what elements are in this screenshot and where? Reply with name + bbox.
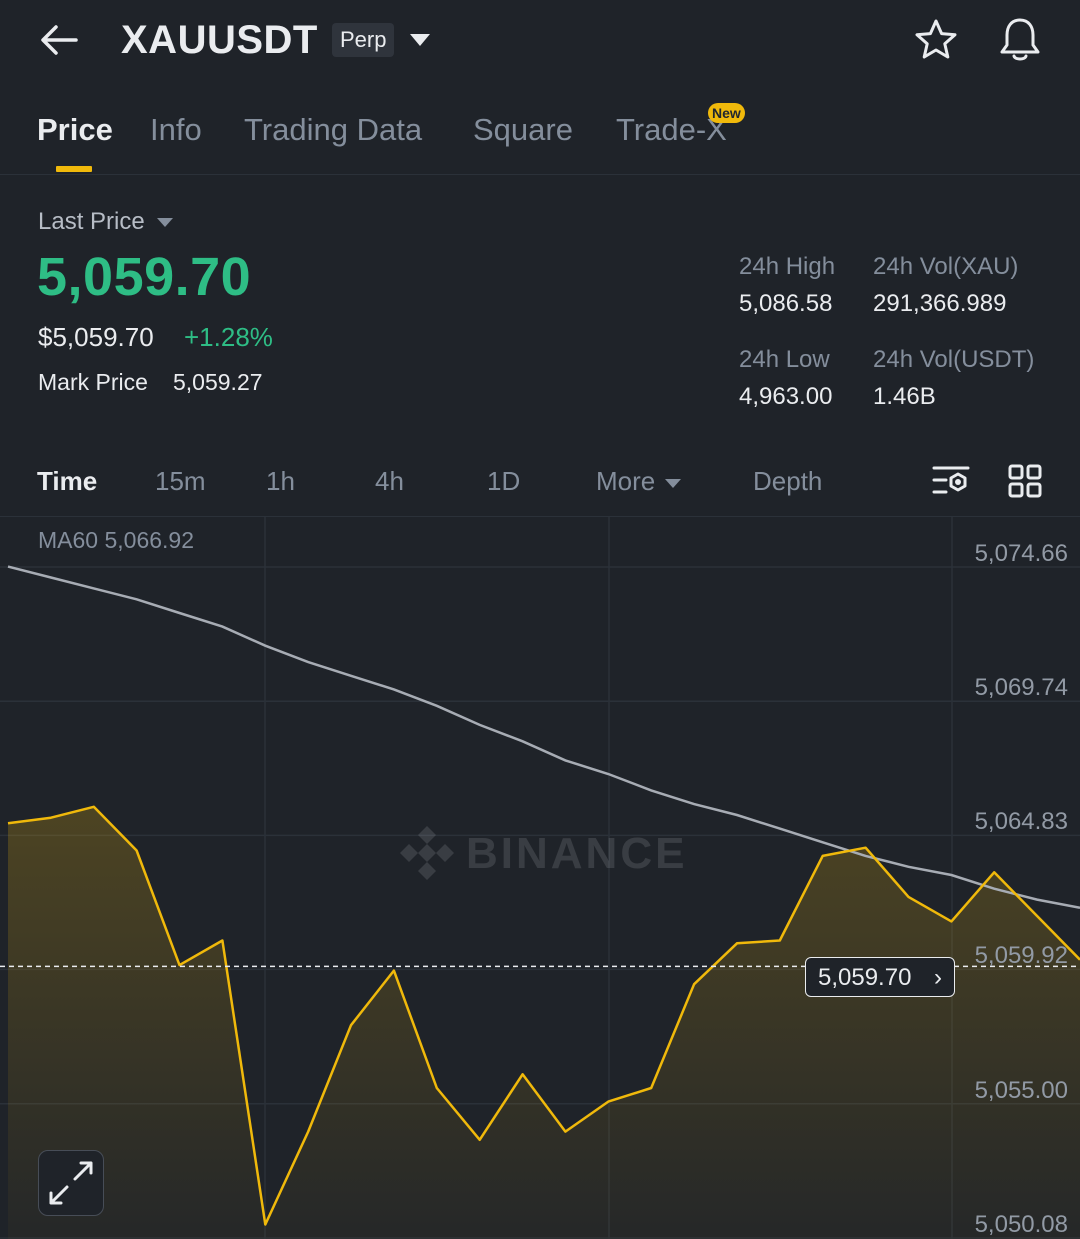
mark-price-label: Mark Price <box>38 369 148 395</box>
interval-time[interactable]: Time <box>37 464 97 498</box>
symbol-title[interactable]: XAUUSDT <box>121 16 318 64</box>
tab-trading-data[interactable]: Trading Data <box>244 110 422 150</box>
interval-15m[interactable]: 15m <box>155 464 206 498</box>
vol-quote-24h-label: 24h Vol(USDT) <box>873 346 1035 373</box>
y-axis-tick-label: 5,055.00 <box>974 1076 1068 1104</box>
chart-settings-button[interactable] <box>930 460 974 504</box>
vol-quote-24h-value: 1.46B <box>873 383 936 410</box>
active-tab-indicator <box>56 166 92 172</box>
y-axis-tick-label: 5,050.08 <box>974 1211 1068 1238</box>
high-24h-label: 24h High <box>739 253 836 280</box>
chart-settings-icon <box>932 466 970 494</box>
tab-info[interactable]: Info <box>150 110 202 150</box>
ma60-label: MA60 5,066.92 <box>38 527 195 553</box>
last-price-label: Last Price <box>38 208 145 235</box>
vol-base-24h-label: 24h Vol(XAU) <box>873 253 1019 280</box>
top-bar: XAUUSDT Perp <box>0 0 1080 84</box>
layout-button[interactable] <box>1004 460 1048 504</box>
usd-price: $5,059.70 <box>38 322 154 352</box>
caret-down-icon <box>410 34 430 46</box>
y-axis-tick-label: 5,059.92 <box>974 942 1068 970</box>
binance-logo-icon <box>400 826 454 880</box>
chevron-right-icon: › <box>934 964 942 991</box>
tab-price[interactable]: Price <box>37 110 113 150</box>
interval-1d[interactable]: 1D <box>487 464 520 498</box>
binance-watermark: BINANCE <box>396 822 684 884</box>
vol-base-24h-value: 291,366.989 <box>873 290 1007 317</box>
mark-price-value: 5,059.27 <box>173 369 263 395</box>
grid-layout-icon <box>1008 464 1042 498</box>
price-alert-button[interactable] <box>996 14 1044 64</box>
interval-bar: Time 15m 1h 4h 1D More Depth <box>0 446 1080 517</box>
bell-icon <box>1000 18 1040 61</box>
y-axis-tick-label: 5,074.66 <box>974 540 1068 567</box>
expand-icon <box>49 1161 93 1205</box>
interval-more-label: More <box>596 466 656 496</box>
interval-4h[interactable]: 4h <box>375 464 404 498</box>
interval-more[interactable]: More <box>596 464 682 498</box>
back-button[interactable] <box>36 18 84 62</box>
expand-chart-button[interactable] <box>38 1150 104 1216</box>
depth-tab[interactable]: Depth <box>753 464 822 498</box>
price-change-percent: +1.28% <box>184 322 273 352</box>
caret-down-icon <box>665 478 682 488</box>
high-24h-value: 5,086.58 <box>739 290 833 317</box>
star-icon <box>915 19 957 59</box>
arrow-left-icon <box>41 25 78 55</box>
symbol-dropdown-button[interactable] <box>406 28 434 52</box>
tab-square[interactable]: Square <box>473 110 573 150</box>
section-tabs: Price Info Trading Data Square Trade-X <box>0 96 1080 175</box>
last-price: 5,059.70 <box>37 247 252 307</box>
y-axis-tick-label: 5,064.83 <box>974 808 1068 836</box>
contract-badge: Perp <box>332 23 395 57</box>
interval-1h[interactable]: 1h <box>266 464 295 498</box>
current-price-tag-value: 5,059.70 <box>818 964 912 991</box>
y-axis-tick-label: 5,069.74 <box>974 674 1068 702</box>
market-page: XAUUSDT Perp Price Info Trading Data Squ… <box>0 0 1080 1239</box>
caret-down-icon <box>156 218 173 228</box>
low-24h-label: 24h Low <box>739 346 830 373</box>
watermark-text: BINANCE <box>466 829 688 878</box>
new-badge: New <box>708 103 745 123</box>
last-price-selector[interactable]: Last Price <box>38 206 173 238</box>
current-price-tag[interactable]: 5,059.70 › <box>805 957 955 997</box>
favorite-button[interactable] <box>912 16 960 64</box>
low-24h-value: 4,963.00 <box>739 383 833 410</box>
